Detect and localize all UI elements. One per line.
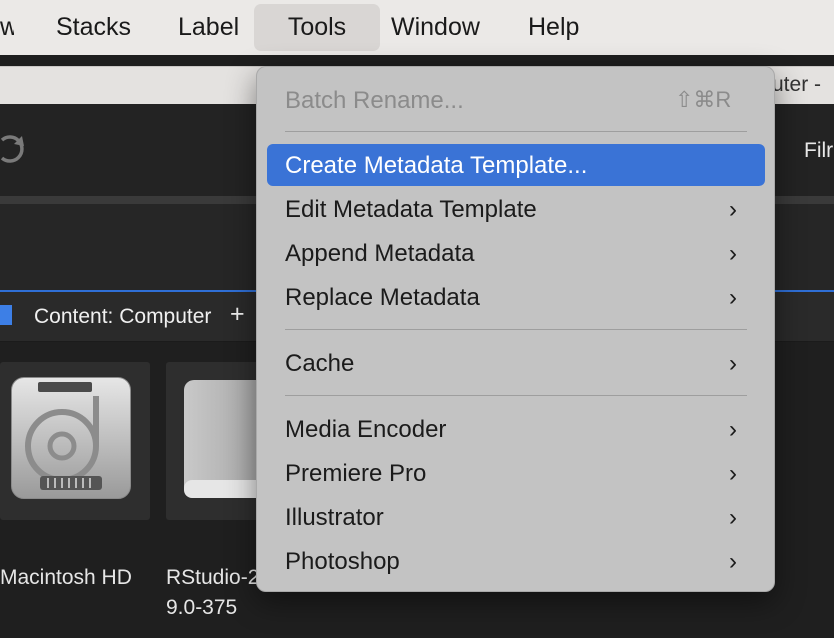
menu-item-label: Append Metadata [285,240,475,267]
menu-bar: w Stacks Label Tools Window Help [0,0,834,55]
hard-disk-icon [11,377,131,499]
item-label-rstudio-line2[interactable]: 9.0-375 [166,592,237,623]
menu-label[interactable]: Label [178,4,239,51]
item-label-rstudio[interactable]: RStudio-2 [166,562,259,593]
menu-item-illustrator[interactable]: Illustrator › [267,496,765,538]
menu-item-label: Create Metadata Template... [285,152,588,179]
menu-item-label: Photoshop [285,548,400,575]
chevron-right-icon: › [729,240,737,267]
menu-help[interactable]: Help [528,4,579,51]
menu-item-photoshop[interactable]: Photoshop › [267,540,765,582]
menu-item-replace-metadata[interactable]: Replace Metadata › [267,276,765,318]
filter-tab-label[interactable]: Filr [804,139,833,163]
chevron-right-icon: › [729,416,737,443]
menu-separator [285,131,747,132]
panel-indicator [0,305,12,325]
menu-tools[interactable]: Tools [254,4,380,51]
keyboard-shortcut: ⇧⌘R [675,87,732,112]
menu-item-label: Batch Rename... [285,87,464,114]
content-panel-title[interactable]: Content: Computer [34,305,211,329]
chevron-right-icon: › [729,196,737,223]
menu-item-label: Premiere Pro [285,460,427,487]
window-title: uter - [772,73,822,96]
thumbnail-macintosh-hd[interactable] [0,362,150,520]
add-tab-button[interactable]: + [230,300,245,329]
refresh-icon[interactable] [0,130,26,168]
menu-stacks[interactable]: Stacks [56,4,131,51]
menu-separator [285,395,747,396]
chevron-right-icon: › [729,350,737,377]
menu-item-create-metadata-template[interactable]: Create Metadata Template... [267,144,765,186]
menu-window[interactable]: Window [391,4,480,51]
menu-item-append-metadata[interactable]: Append Metadata › [267,232,765,274]
menu-item-edit-metadata-template[interactable]: Edit Metadata Template › [267,188,765,230]
menu-item-label: Media Encoder [285,416,447,443]
chevron-right-icon: › [729,504,737,531]
menu-item-label: Cache [285,350,355,377]
item-label-macintosh-hd[interactable]: Macintosh HD [0,562,132,593]
chevron-right-icon: › [729,460,737,487]
menu-item-label: Illustrator [285,504,384,531]
menu-item-media-encoder[interactable]: Media Encoder › [267,408,765,450]
menu-item-cache[interactable]: Cache › [267,342,765,384]
menu-view[interactable]: w [0,4,14,51]
tools-menu: Batch Rename... ⇧⌘R Create Metadata Temp… [256,66,775,592]
menu-separator [285,329,747,330]
menu-item-batch-rename: Batch Rename... ⇧⌘R [267,79,765,121]
menu-item-premiere-pro[interactable]: Premiere Pro › [267,452,765,494]
chevron-right-icon: › [729,284,737,311]
menu-item-label: Edit Metadata Template [285,196,537,223]
menu-item-label: Replace Metadata [285,284,480,311]
chevron-right-icon: › [729,548,737,575]
